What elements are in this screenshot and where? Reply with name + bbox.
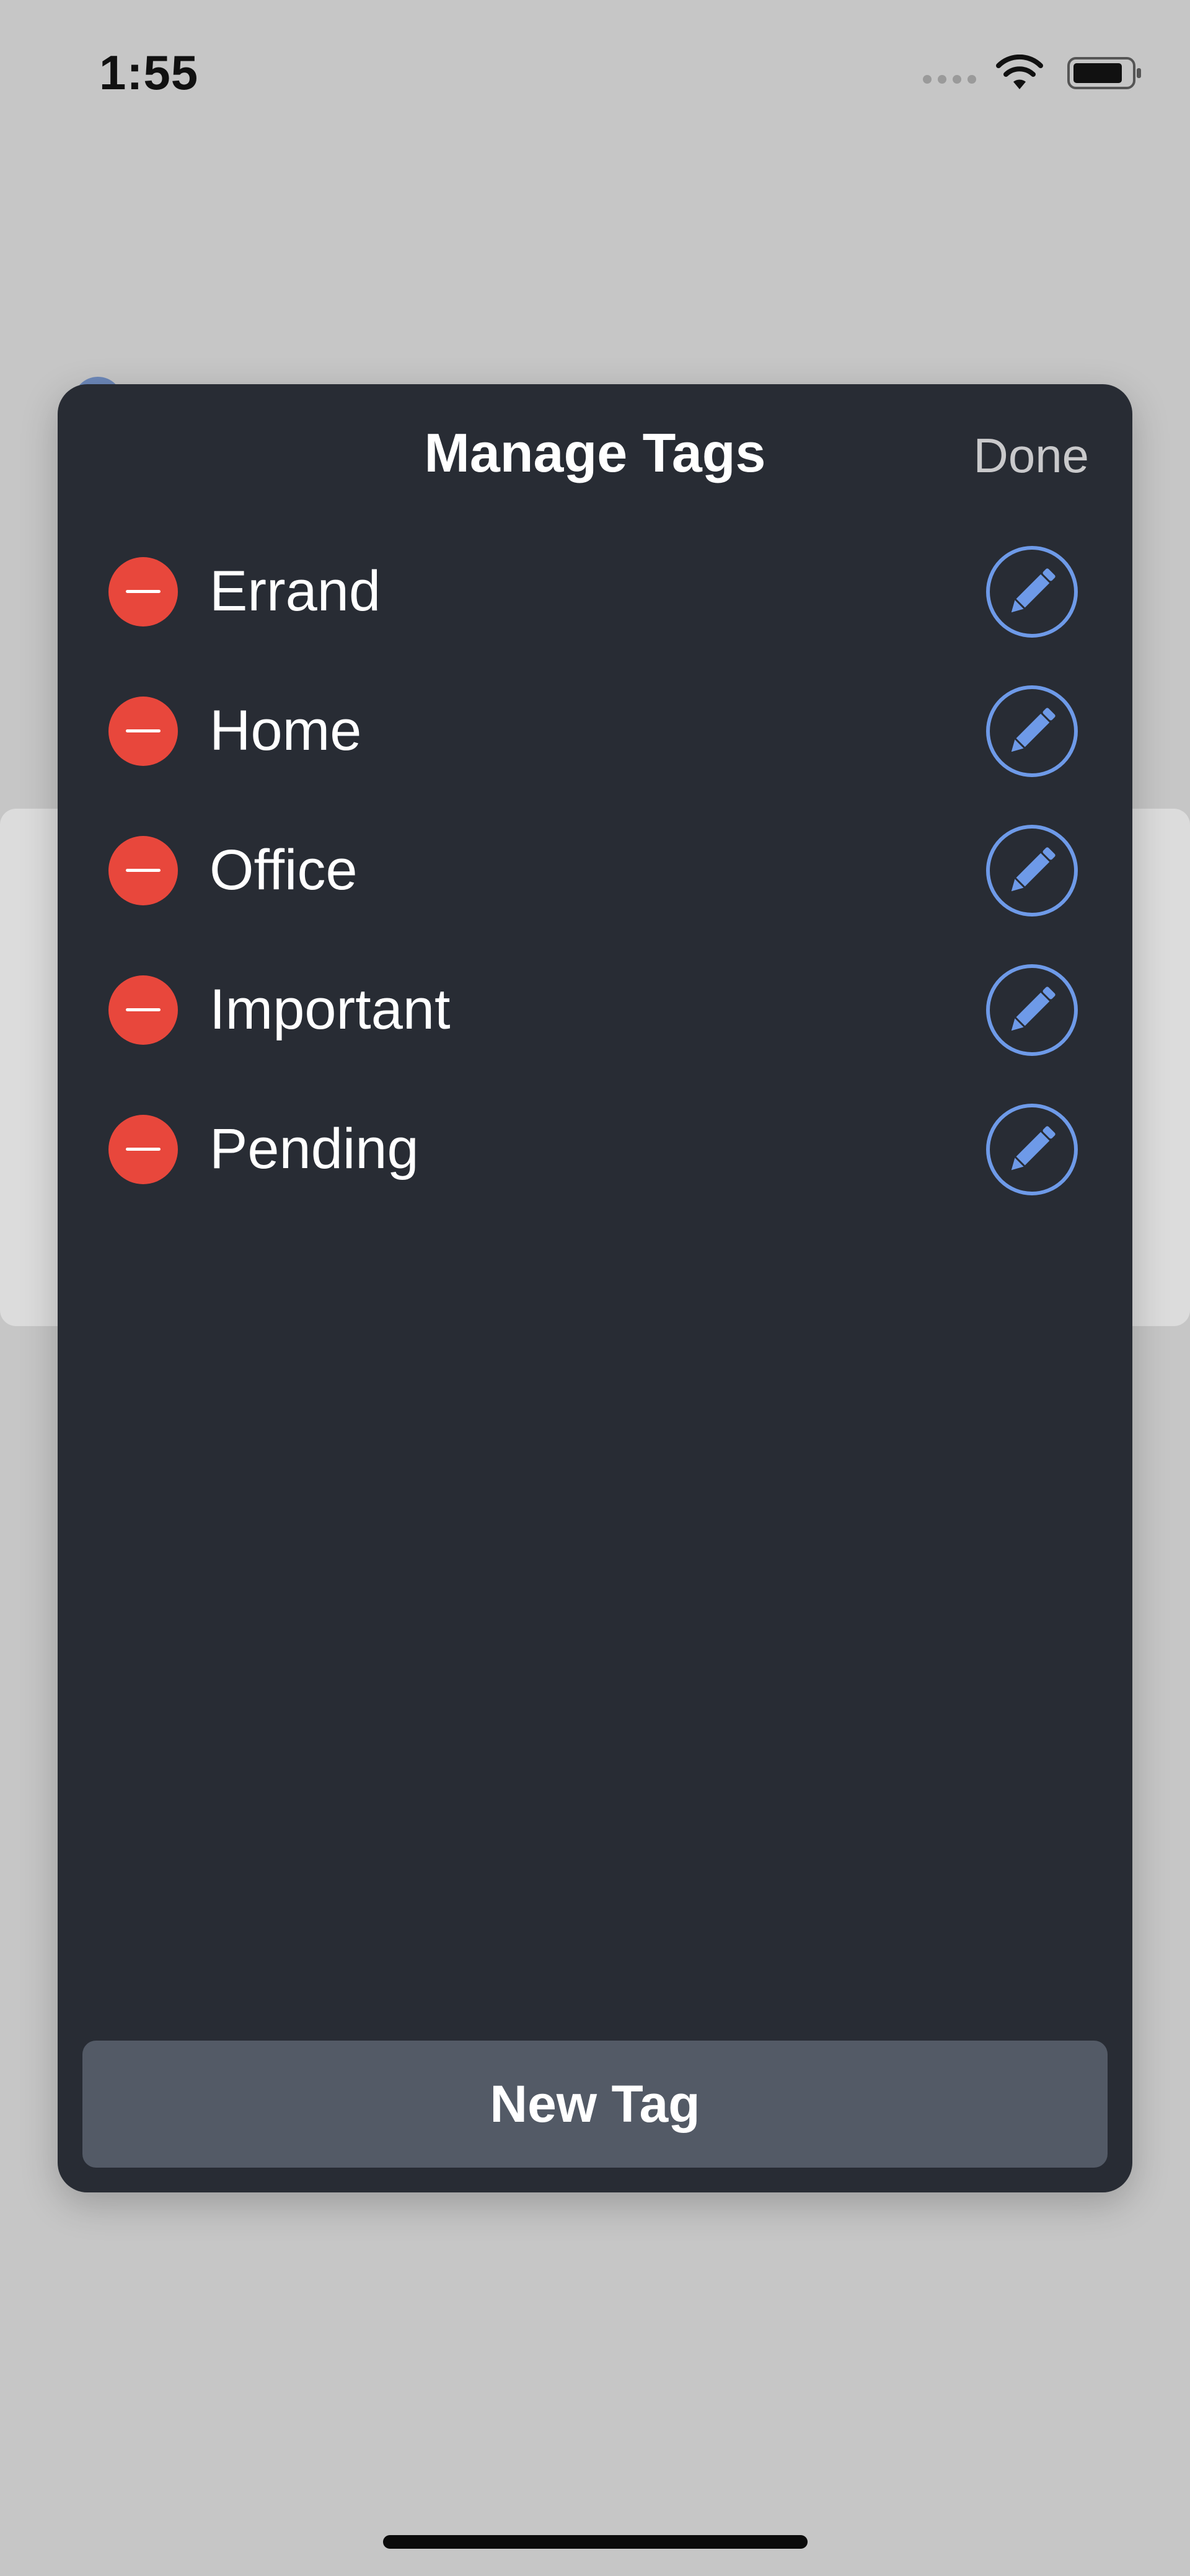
home-indicator[interactable] [383, 2535, 808, 2549]
manage-tags-sheet: Manage Tags Done Errand Home Office Impo… [58, 384, 1132, 2192]
tag-list: Errand Home Office Important Pending [58, 522, 1132, 1219]
edit-pencil-icon[interactable] [985, 1103, 1078, 1196]
edit-pencil-icon[interactable] [985, 824, 1078, 917]
status-time: 1:55 [99, 45, 199, 100]
cellular-signal-icon [923, 75, 976, 84]
edit-pencil-icon[interactable] [985, 545, 1078, 638]
remove-tag-icon[interactable] [108, 696, 178, 766]
tag-label: Office [209, 838, 358, 902]
tag-label: Errand [209, 560, 381, 623]
remove-tag-icon[interactable] [108, 556, 178, 626]
tag-row: Home [58, 661, 1132, 801]
sheet-title: Manage Tags [424, 422, 766, 483]
tag-label: Important [209, 978, 451, 1041]
remove-tag-icon[interactable] [108, 975, 178, 1045]
done-button[interactable]: Done [974, 428, 1089, 484]
remove-tag-icon[interactable] [108, 835, 178, 905]
tag-row: Important [58, 940, 1132, 1079]
tag-row: Pending [58, 1079, 1132, 1219]
screen: 1:55 Manage Tags Done Errand Home Office… [0, 0, 1190, 2576]
new-tag-button[interactable]: New Tag [82, 2041, 1108, 2168]
status-icons [923, 55, 1144, 92]
edit-pencil-icon[interactable] [985, 685, 1078, 778]
tag-row: Office [58, 801, 1132, 940]
tag-label: Pending [209, 1117, 419, 1180]
wifi-icon [996, 55, 1043, 89]
new-tag-label: New Tag [490, 2075, 700, 2133]
tag-label: Home [209, 699, 362, 762]
edit-pencil-icon[interactable] [985, 964, 1078, 1057]
remove-tag-icon[interactable] [108, 1114, 178, 1184]
tag-row: Errand [58, 522, 1132, 661]
battery-icon [1067, 57, 1141, 89]
